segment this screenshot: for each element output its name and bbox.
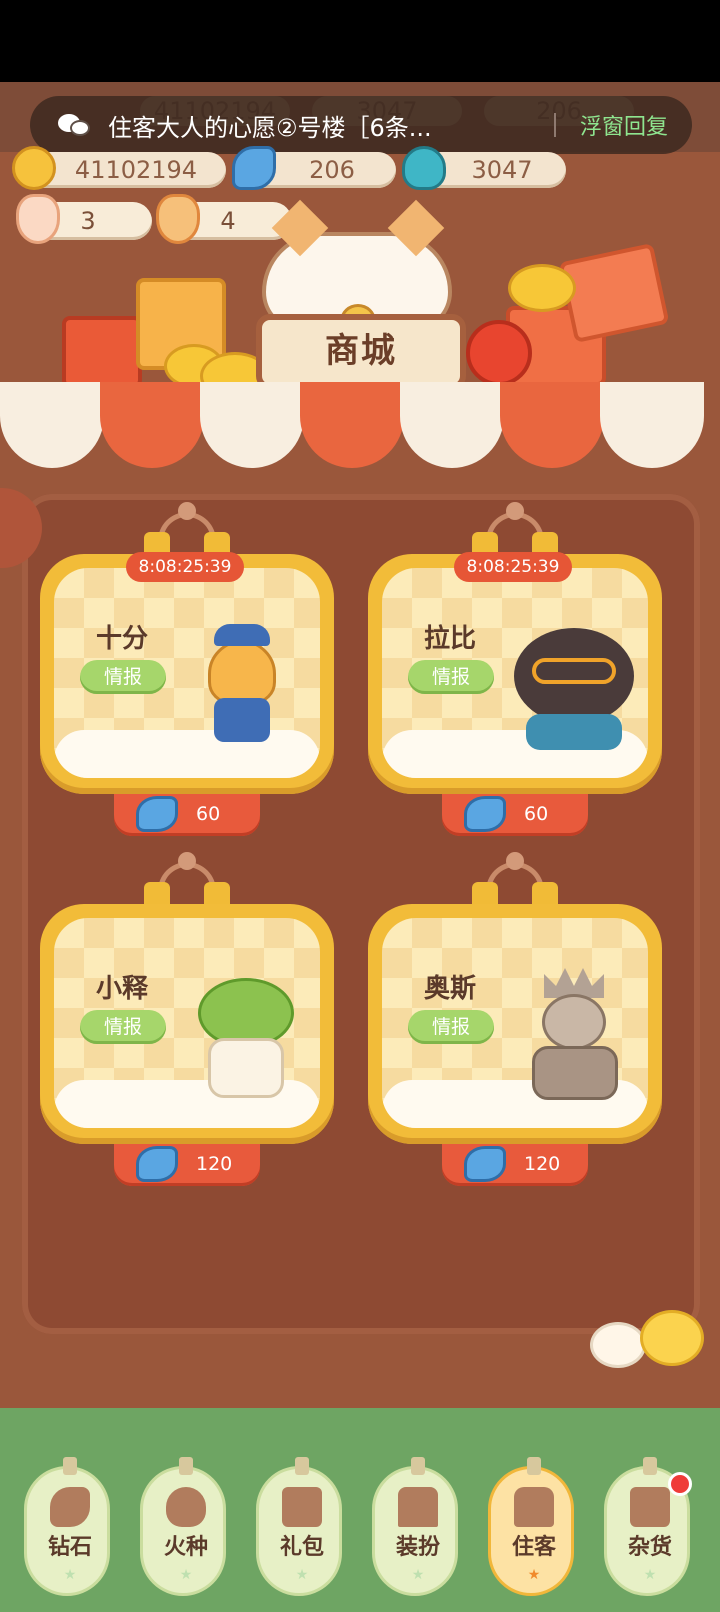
currency-bean[interactable]: 206 <box>232 146 396 190</box>
wechat-notification-banner[interactable]: 住客大人的心愿②号楼［6条... 浮窗回复 <box>30 96 692 154</box>
tab-resident[interactable]: 住客 ★ <box>488 1457 574 1596</box>
brush-icon <box>398 1487 438 1527</box>
notification-divider <box>553 113 556 137</box>
chick-decoration <box>590 1322 646 1368</box>
shop-scene: 41102194 3047 206 住客大人的心愿②号楼［6条... 浮窗回复 … <box>0 82 720 1612</box>
tab-flame[interactable]: 火种 ★ <box>140 1457 226 1596</box>
star-icon: ★ <box>63 1567 77 1583</box>
currency-flame-value: 3047 <box>471 156 533 184</box>
intel-button[interactable]: 情报 <box>80 660 166 694</box>
intel-button[interactable]: 情报 <box>408 1010 494 1044</box>
blue-bean-icon <box>136 1146 178 1182</box>
paw-ticket-orange-icon <box>156 194 200 244</box>
blue-bean-icon <box>136 796 178 832</box>
ticket-orange[interactable]: 4 <box>156 194 292 244</box>
notification-title: 住客大人的心愿②号楼［6条... <box>108 113 432 142</box>
resident-card[interactable]: 奥斯 情报 120 <box>368 852 662 1186</box>
broccoli-scarf-icon <box>198 978 294 1102</box>
star-icon: ★ <box>179 1567 193 1583</box>
shop-awning <box>0 382 720 472</box>
float-reply-button[interactable]: 浮窗回复 <box>580 109 668 141</box>
status-bar <box>0 0 720 82</box>
star-icon: ★ <box>411 1567 425 1583</box>
gift-box-decoration <box>62 316 142 388</box>
tab-label: 钻石 <box>47 1535 92 1560</box>
blue-bean-icon <box>232 146 276 190</box>
currency-flame[interactable]: 3047 <box>402 146 566 190</box>
resident-card[interactable]: 8:08:25:39 十分 情报 60 <box>40 502 334 836</box>
currency-gold-value: 41102194 <box>74 156 198 184</box>
price-tag[interactable]: 60 <box>442 794 588 836</box>
stone-king-statue-icon <box>528 968 624 1102</box>
price-tag[interactable]: 120 <box>114 1144 260 1186</box>
price-value: 120 <box>524 1153 561 1175</box>
price-value: 60 <box>196 803 221 825</box>
bean-icon <box>50 1487 90 1527</box>
shop-title-sign: 商城 <box>256 314 466 390</box>
notification-badge <box>668 1472 692 1496</box>
bottom-tab-bar: 钻石 ★ 火种 ★ 礼包 ★ 装扮 ★ 住客 ★ 杂货 ★ <box>0 1408 720 1612</box>
tab-diamond[interactable]: 钻石 ★ <box>24 1457 110 1596</box>
tab-gift[interactable]: 礼包 ★ <box>256 1457 342 1596</box>
price-value: 120 <box>196 1153 233 1175</box>
price-value: 60 <box>524 803 549 825</box>
blue-bean-icon <box>464 1146 506 1182</box>
resident-name: 小释 <box>96 974 149 1004</box>
resident-card[interactable]: 8:08:25:39 拉比 情报 60 <box>368 502 662 836</box>
blue-bean-icon <box>464 796 506 832</box>
resident-shirt-icon <box>514 1487 554 1527</box>
price-tag[interactable]: 60 <box>114 794 260 836</box>
chick-decoration <box>640 1310 704 1366</box>
price-tag[interactable]: 120 <box>442 1144 588 1186</box>
resident-name: 十分 <box>96 624 149 654</box>
tab-label: 礼包 <box>279 1535 324 1560</box>
intel-button[interactable]: 情报 <box>80 1010 166 1044</box>
tab-label: 装扮 <box>395 1535 440 1560</box>
paw-ticket-pink-icon <box>16 194 60 244</box>
resident-name: 奥斯 <box>424 974 477 1004</box>
ticket-row: 3 4 <box>16 194 292 244</box>
goods-icon <box>630 1487 670 1527</box>
gift-icon <box>282 1487 322 1527</box>
flame-icon <box>166 1487 206 1527</box>
wechat-icon <box>58 112 92 138</box>
currency-row: 41102194 206 3047 <box>12 146 566 192</box>
lightbulb-conductor-icon <box>204 620 280 746</box>
bear-glasses-icon <box>508 622 640 750</box>
tab-label: 住客 <box>511 1535 556 1560</box>
flame-seed-icon <box>402 146 446 190</box>
ticket-pink-value: 3 <box>80 207 96 235</box>
tab-dressup[interactable]: 装扮 ★ <box>372 1457 458 1596</box>
tab-label: 火种 <box>163 1535 208 1560</box>
intel-button[interactable]: 情报 <box>408 660 494 694</box>
gold-ingot-icon <box>12 146 56 190</box>
ticket-orange-value: 4 <box>220 207 236 235</box>
limited-timer: 8:08:25:39 <box>126 552 244 582</box>
gold-ingot-decoration <box>508 264 576 312</box>
star-icon: ★ <box>527 1567 541 1583</box>
daruma-decoration <box>466 320 532 386</box>
ticket-pink[interactable]: 3 <box>16 194 152 244</box>
resident-card[interactable]: 小释 情报 120 <box>40 852 334 1186</box>
star-icon: ★ <box>295 1567 309 1583</box>
star-icon: ★ <box>643 1567 657 1583</box>
limited-timer: 8:08:25:39 <box>454 552 572 582</box>
resident-name: 拉比 <box>424 624 477 654</box>
currency-gold[interactable]: 41102194 <box>12 146 226 190</box>
currency-bean-value: 206 <box>309 156 355 184</box>
tab-label: 杂货 <box>627 1535 672 1560</box>
